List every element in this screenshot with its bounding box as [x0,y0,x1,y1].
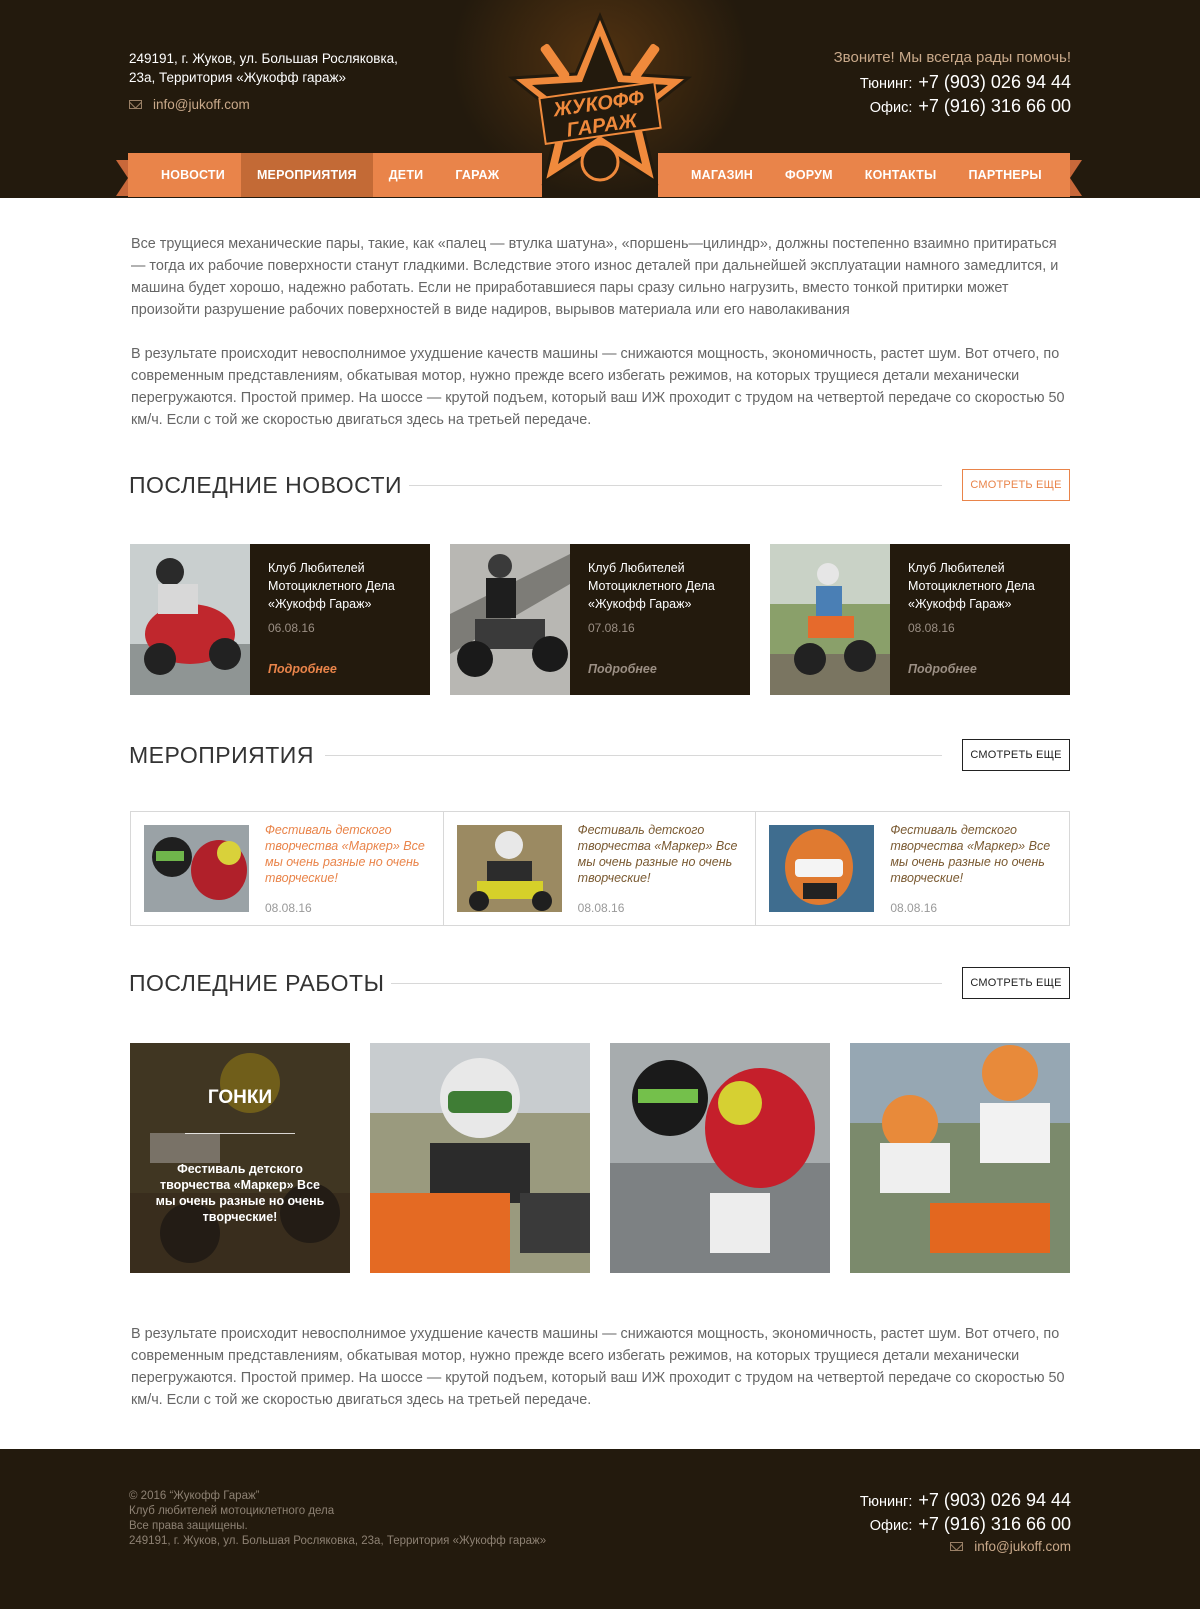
header-email[interactable]: info@jukoff.com [129,97,250,112]
phone-label: Тюнинг: [859,1494,913,1510]
work-image-motocross[interactable] [850,1043,1070,1273]
news-card[interactable]: Клуб Любителей Мотоциклетного Дела «Жуко… [450,544,750,695]
site-footer: © 2016 “Жукофф Гараж” Клуб любителей мот… [0,1449,1200,1609]
work-item-featured[interactable]: ГОНКИ Фестиваль детского творчества «Мар… [130,1043,350,1273]
news-card[interactable]: Клуб Любителей Мотоциклетного Дела «Жуко… [770,544,1070,695]
section-divider [391,983,942,984]
phone-label: Тюнинг: [859,76,913,92]
intro-paragraph-2: В результате происходит невосполнимое ух… [131,346,1065,428]
envelope-icon [950,1542,964,1551]
footer-phone-office[interactable]: Офис: +7 (916) 316 66 00 [860,1513,1071,1537]
news-date: 07.08.16 [588,621,635,635]
news-more-link[interactable]: Подробнее [908,662,977,676]
phone-number[interactable]: +7 (916) 316 66 00 [918,1514,1071,1534]
intro-paragraph-1: Все трущиеся механические пары, такие, к… [131,236,1059,318]
event-date: 08.08.16 [890,901,938,915]
phone-label: Офис: [869,100,913,116]
phone-label: Офис: [869,1518,913,1534]
footer-email[interactable]: info@jukoff.com [950,1539,1071,1554]
events-more-button[interactable]: СМОТРЕТЬ ЕЩЕ [962,739,1070,771]
header-email-text[interactable]: info@jukoff.com [153,97,250,112]
footer-phone-tuning[interactable]: Тюнинг: +7 (903) 026 94 44 [860,1489,1071,1513]
news-title[interactable]: Клуб Любителей Мотоциклетного Дела «Жуко… [268,559,418,613]
news-title[interactable]: Клуб Любителей Мотоциклетного Дела «Жуко… [588,559,738,613]
event-image[interactable] [456,825,562,912]
footer-club: Клуб любителей мотоциклетного дела [129,1505,335,1517]
nav-ribbon-left [116,160,128,196]
news-image-sportbike[interactable] [130,544,250,695]
footer-email-text[interactable]: info@jukoff.com [974,1539,1071,1554]
phone-number[interactable]: +7 (916) 316 66 00 [918,96,1071,116]
footer-address: 249191, г. Жуков, ул. Большая Росляковка… [129,1535,547,1547]
event-item[interactable]: Фестиваль детского творчества «Маркер» В… [131,812,444,925]
phone-number[interactable]: +7 (903) 026 94 44 [918,1490,1071,1510]
news-image-streetbike[interactable] [450,544,570,695]
nav-item-partners[interactable]: ПАРТНЕРЫ [952,153,1057,197]
header-phones: Тюнинг: +7 (903) 026 94 44 Офис: +7 (916) … [860,71,1071,119]
phone-office[interactable]: Офис: +7 (916) 316 66 00 [860,95,1071,119]
phone-number[interactable]: +7 (903) 026 94 44 [918,72,1071,92]
work-image-pitbike[interactable] [610,1043,830,1273]
event-title[interactable]: Фестиваль детского творчества «Маркер» В… [578,822,746,886]
news-card[interactable]: Клуб Любителей Мотоциклетного Дела «Жуко… [130,544,430,695]
address-line-2: 23а, Территория «Жукофф гараж» [129,70,347,85]
section-divider [409,485,942,486]
work-description: Фестиваль детского творчества «Маркер» В… [155,1162,325,1224]
site-logo[interactable]: ЖУКОФФ ГАРАЖ [498,12,702,198]
outro-paragraph: В результате происходит невосполнимое ух… [131,1326,1065,1408]
nav-ribbon-right [1070,160,1082,196]
news-date: 06.08.16 [268,621,315,635]
event-image[interactable] [769,825,875,912]
news-more-button[interactable]: СМОТРЕТЬ ЕЩЕ [962,469,1070,501]
event-image[interactable] [144,825,249,912]
footer-copyright: © 2016 “Жукофф Гараж” [129,1490,260,1502]
work-overlay [130,1043,350,1273]
event-item[interactable]: Фестиваль детского творчества «Маркер» В… [444,812,757,925]
nav-item-forum[interactable]: ФОРУМ [769,153,849,197]
main-nav-left: НОВОСТИ МЕРОПРИЯТИЯ ДЕТИ ГАРАЖ [128,153,542,197]
event-item[interactable]: Фестиваль детского творчества «Маркер» В… [756,812,1069,925]
nav-item-news[interactable]: НОВОСТИ [145,153,241,197]
works-section-title: ПОСЛЕДНИЕ РАБОТЫ [129,970,385,996]
nav-item-kids[interactable]: ДЕТИ [373,153,440,197]
call-prompt: Звоните! Мы всегда рады помочь! [833,49,1071,66]
news-image-kid-dirtbike[interactable] [770,544,890,695]
work-category: ГОНКИ [207,1087,273,1108]
works-more-button[interactable]: СМОТРЕТЬ ЕЩЕ [962,967,1070,999]
nav-item-contacts[interactable]: КОНТАКТЫ [849,153,953,197]
event-date: 08.08.16 [265,901,312,915]
footer-rights: Все права защищены. [129,1520,248,1532]
news-section-title: ПОСЛЕДНИЕ НОВОСТИ [129,472,403,498]
news-date: 08.08.16 [908,621,955,635]
phone-tuning[interactable]: Тюнинг: +7 (903) 026 94 44 [860,71,1071,95]
envelope-icon [129,100,142,109]
section-divider [325,755,942,756]
nav-item-events[interactable]: МЕРОПРИЯТИЯ [240,153,373,197]
event-date: 08.08.16 [577,901,625,915]
work-divider [185,1133,295,1134]
footer-phones: Тюнинг: +7 (903) 026 94 44 Офис: +7 (916) … [860,1489,1071,1537]
footer-info: © 2016 “Жукофф Гараж” Клуб любителей мот… [129,1489,546,1549]
main-nav-right: МАГАЗИН ФОРУМ КОНТАКТЫ ПАРТНЕРЫ [658,153,1070,197]
event-title[interactable]: Фестиваль детского творчества «Маркер» В… [265,822,433,886]
news-title[interactable]: Клуб Любителей Мотоциклетного Дела «Жуко… [908,559,1058,613]
address-line-1: 249191, г. Жуков, ул. Большая Росляковка… [129,51,398,66]
news-more-link[interactable]: Подробнее [268,662,337,676]
events-list: Фестиваль детского творчества «Маркер» В… [130,811,1070,926]
work-image-kid-rider[interactable] [370,1043,590,1273]
news-more-link[interactable]: Подробнее [588,662,657,676]
events-section-title: МЕРОПРИЯТИЯ [129,742,314,768]
event-title[interactable]: Фестиваль детского творчества «Маркер» В… [890,822,1058,886]
header-address: 249191, г. Жуков, ул. Большая Росляковка… [129,49,439,87]
